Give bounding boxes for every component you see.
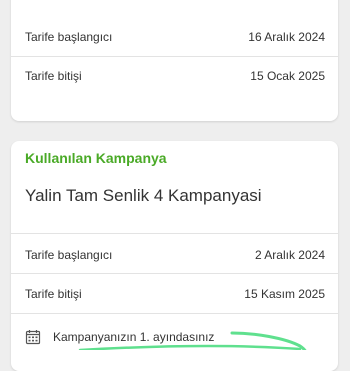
divider bbox=[11, 233, 338, 234]
tariff-end-row: Tarife bitişi 15 Ocak 2025 bbox=[25, 67, 325, 85]
campaign-heading: Kullanılan Kampanya bbox=[25, 150, 167, 166]
campaign-month-text: Kampanyanızın 1. ayındasınız bbox=[53, 330, 215, 344]
divider bbox=[11, 313, 338, 314]
campaign-start-value: 2 Aralık 2024 bbox=[254, 248, 325, 262]
campaign-name: Yalin Tam Senlik 4 Kampanyasi bbox=[25, 186, 262, 205]
campaign-end-label: Tarife bitişi bbox=[25, 287, 82, 301]
campaign-end-row: Tarife bitişi 15 Kasım 2025 bbox=[25, 285, 325, 303]
tariff-end-value: 15 Ocak 2025 bbox=[250, 69, 325, 83]
campaign-start-label: Tarife başlangıcı bbox=[25, 248, 113, 262]
tariff-start-value: 16 Aralık 2024 bbox=[248, 30, 325, 44]
campaign-end-value: 15 Kasım 2025 bbox=[244, 287, 325, 301]
calendar-icon bbox=[25, 329, 41, 345]
tariff-card: Tarife başlangıcı 16 Aralık 2024 Tarife … bbox=[11, 0, 338, 121]
divider bbox=[11, 56, 338, 57]
tariff-start-row: Tarife başlangıcı 16 Aralık 2024 bbox=[25, 28, 325, 46]
tariff-end-label: Tarife bitişi bbox=[25, 69, 82, 83]
campaign-start-row: Tarife başlangıcı 2 Aralık 2024 bbox=[25, 246, 325, 264]
tariff-start-label: Tarife başlangıcı bbox=[25, 30, 113, 44]
campaign-month-info: Kampanyanızın 1. ayındasınız bbox=[25, 329, 214, 345]
divider bbox=[11, 273, 338, 274]
campaign-card: Kullanılan Kampanya Yalin Tam Senlik 4 K… bbox=[11, 141, 338, 371]
